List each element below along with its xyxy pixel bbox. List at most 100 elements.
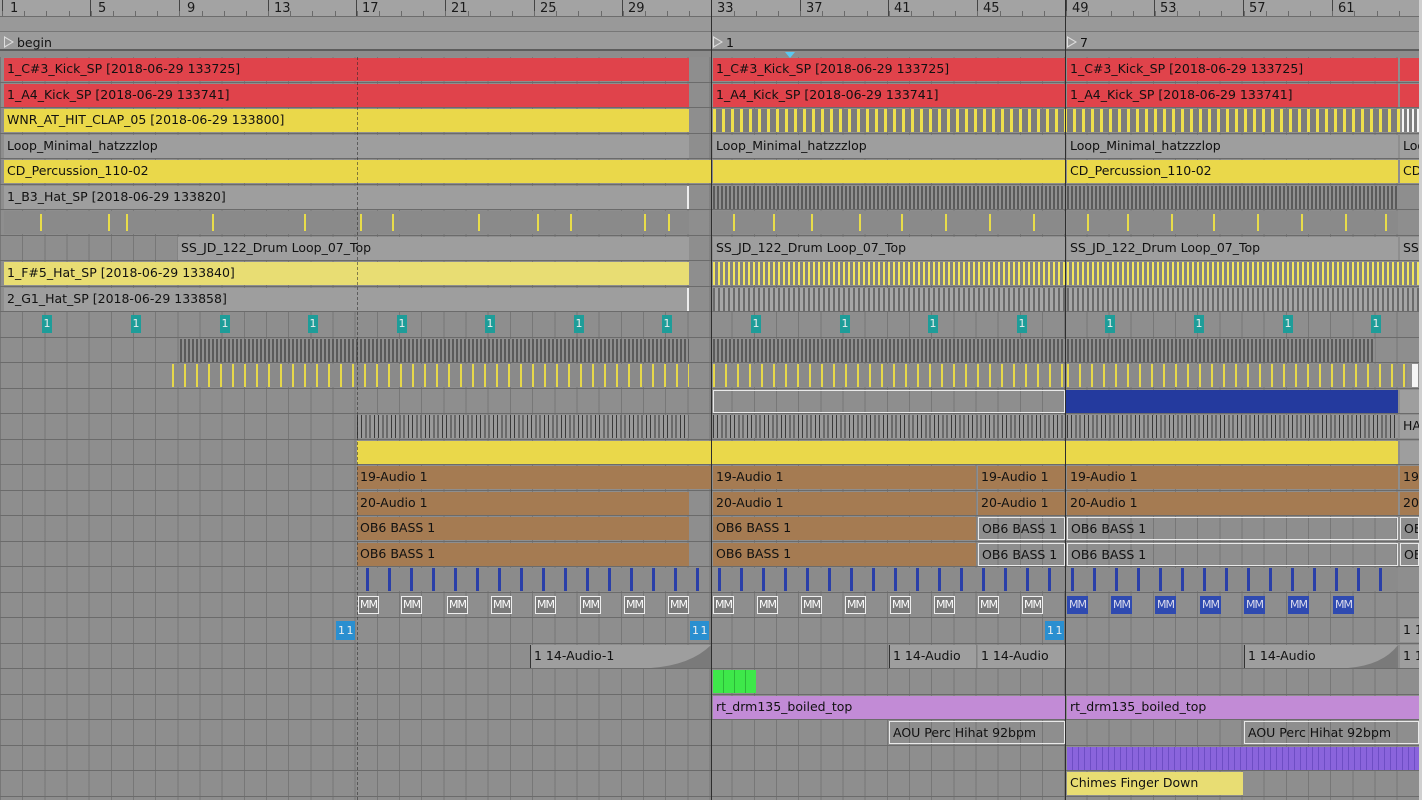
clip[interactable]: 1 <box>574 315 584 333</box>
clip[interactable]: 19-Audio 1 <box>713 466 976 489</box>
clip[interactable]: MM <box>1022 595 1043 614</box>
locator-1[interactable]: 1 <box>713 34 734 50</box>
clip[interactable]: 1 <box>42 315 52 333</box>
clip[interactable]: MM <box>757 595 778 614</box>
clip[interactable]: 1 <box>397 315 407 333</box>
clip[interactable] <box>1400 58 1419 81</box>
clip[interactable]: SS_JD_122_Drum Loop_07_Top <box>1067 236 1398 260</box>
clip[interactable] <box>1067 262 1419 285</box>
clip[interactable]: MM <box>1244 595 1265 614</box>
clip[interactable]: SS <box>1400 236 1419 260</box>
clip[interactable]: MM <box>401 595 422 614</box>
clip[interactable]: 19 <box>1400 466 1419 489</box>
clip[interactable]: 1_B3_Hat_SP [2018-06-29 133820] <box>4 185 689 209</box>
clip[interactable]: MM <box>934 595 955 614</box>
clip[interactable] <box>1400 440 1419 464</box>
clip[interactable]: 1 14-Audio <box>889 644 976 668</box>
clip[interactable]: 1_C#3_Kick_SP [2018-06-29 133725] <box>1067 58 1398 81</box>
clip[interactable]: 20-Audio 1 <box>357 491 689 515</box>
clip[interactable]: OB <box>1400 517 1419 540</box>
clip[interactable] <box>713 160 1065 183</box>
clip[interactable]: OB6 BASS 1 <box>1067 542 1398 566</box>
clip[interactable]: 1 14-Audio-1 <box>530 644 711 668</box>
clip[interactable]: 1 <box>840 315 850 333</box>
clip[interactable]: 1_A4_Kick_SP [2018-06-29 133741] <box>713 83 1065 107</box>
clip[interactable]: SS_JD_122_Drum Loop_07_Top <box>178 236 689 260</box>
clip[interactable] <box>1071 568 1398 591</box>
clip[interactable] <box>713 389 1065 413</box>
clip[interactable]: OB6 BASS 1 <box>713 517 976 540</box>
clip[interactable] <box>366 568 699 591</box>
clip[interactable]: 1 14-Audio <box>978 644 1065 668</box>
clip[interactable] <box>1067 211 1398 234</box>
clip[interactable] <box>180 338 689 362</box>
clip[interactable]: 1_A4_Kick_SP [2018-06-29 133741] <box>1067 83 1398 107</box>
clip[interactable] <box>1402 109 1419 132</box>
clip[interactable]: 1 <box>1371 315 1381 333</box>
clip[interactable] <box>1066 389 1398 413</box>
clip[interactable]: AOU Perc Hihat 92bpm <box>1244 721 1419 744</box>
clip[interactable]: MM <box>1288 595 1309 614</box>
clip[interactable] <box>1067 287 1419 311</box>
clip[interactable]: 1 <box>928 315 938 333</box>
locator-7[interactable]: 7 <box>1067 34 1088 50</box>
clip[interactable] <box>1067 338 1375 362</box>
clip[interactable] <box>357 440 1398 464</box>
clip[interactable] <box>4 211 689 234</box>
clip[interactable]: MM <box>801 595 822 614</box>
clip[interactable] <box>1412 364 1418 387</box>
clip[interactable]: 19-Audio 1 <box>1067 466 1398 489</box>
clip[interactable]: Chimes Finger Down <box>1067 772 1243 795</box>
clip[interactable]: OB6 BASS 1 <box>357 517 689 540</box>
clip[interactable]: rt_drm135_boiled_top <box>713 695 1065 719</box>
clip[interactable] <box>713 109 1400 132</box>
clip[interactable] <box>1067 185 1398 209</box>
clip[interactable]: 1 <box>308 315 318 333</box>
clip[interactable]: 1_A4_Kick_SP [2018-06-29 133741] <box>4 83 689 107</box>
clip[interactable]: 1 <box>1017 315 1027 333</box>
clip[interactable]: 1_C#3_Kick_SP [2018-06-29 133725] <box>4 58 689 81</box>
clip[interactable]: MM <box>668 595 689 614</box>
clip[interactable] <box>713 364 1065 387</box>
clip[interactable]: 20 <box>1400 491 1419 515</box>
locator-begin[interactable]: begin <box>4 34 52 50</box>
clip[interactable] <box>713 185 1065 209</box>
clip[interactable]: 1 <box>662 315 672 333</box>
clip[interactable]: 20-Audio 1 <box>1067 491 1398 515</box>
clip[interactable] <box>357 415 689 438</box>
clip[interactable]: 1 <box>1194 315 1204 333</box>
clip[interactable]: Loop_Minimal_hatzzzlop <box>4 134 689 158</box>
clip[interactable]: SS_JD_122_Drum Loop_07_Top <box>713 236 1065 260</box>
clip[interactable]: 1 1 <box>336 621 355 640</box>
clip[interactable] <box>713 338 1065 362</box>
clip[interactable]: OB6 BASS 1 <box>978 517 1065 540</box>
clip[interactable]: MM <box>845 595 866 614</box>
clip[interactable]: 1 <box>1283 315 1293 333</box>
clip[interactable]: MM <box>1111 595 1132 614</box>
clip[interactable] <box>713 287 1065 311</box>
clip[interactable] <box>1400 83 1419 107</box>
clip[interactable]: MM <box>1333 595 1354 614</box>
clip[interactable] <box>1400 389 1419 413</box>
clip[interactable] <box>718 568 1065 591</box>
clip[interactable]: MM <box>580 595 601 614</box>
clip[interactable]: OB6 BASS 1 <box>978 542 1065 566</box>
clip[interactable] <box>713 262 1065 285</box>
clip[interactable]: 1 1 <box>1045 621 1064 640</box>
clip[interactable]: MM <box>624 595 645 614</box>
clip[interactable]: 1 <box>751 315 761 333</box>
clip[interactable]: CD_Percussion_110-02 <box>1067 160 1398 183</box>
clip[interactable]: 1 <box>131 315 141 333</box>
clip[interactable]: 19-Audio 1 <box>357 466 711 489</box>
clip[interactable]: OB6 BASS 1 <box>357 542 689 566</box>
clip[interactable]: 1_F#5_Hat_SP [2018-06-29 133840] <box>4 262 689 285</box>
clip[interactable]: MM <box>491 595 512 614</box>
clip[interactable]: Loo <box>1400 134 1419 158</box>
clip[interactable]: 1 <box>485 315 495 333</box>
clip[interactable]: 1 1 <box>690 621 709 640</box>
clip[interactable]: OB <box>1400 542 1419 566</box>
clip[interactable]: 19-Audio 1 <box>978 466 1065 489</box>
clip[interactable]: OB6 BASS 1 <box>1067 517 1398 540</box>
clip[interactable]: 1 1 <box>1400 619 1419 642</box>
clip[interactable]: 1 1 <box>1400 644 1419 668</box>
